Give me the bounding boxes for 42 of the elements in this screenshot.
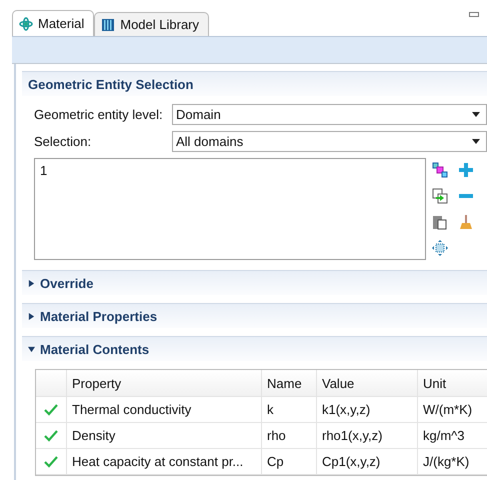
entity-level-dropdown[interactable]: Domain — [172, 104, 487, 125]
table-cell: rho1(x,y,z) — [316, 423, 417, 448]
zoom-selection-icon[interactable] — [432, 240, 448, 256]
column-header[interactable]: Property — [66, 370, 261, 396]
books-icon — [101, 18, 116, 32]
copy-into-icon[interactable] — [432, 188, 448, 204]
collapse-triangle-icon — [28, 346, 35, 352]
table-cell: Cp1(x,y,z) — [316, 449, 417, 474]
column-header[interactable]: Unit — [417, 370, 487, 396]
table-cell: J/(kg*K) — [417, 449, 487, 474]
list-item[interactable]: 1 — [40, 163, 420, 178]
section-header[interactable]: Geometric Entity Selection — [22, 71, 487, 96]
table-cell: k1(x,y,z) — [316, 397, 417, 422]
field-label: Geometric entity level: — [34, 107, 164, 122]
table-cell: W/(m*K) — [417, 397, 487, 422]
dropdown-arrow-icon — [472, 112, 480, 117]
selection-dropdown[interactable]: All domains — [172, 131, 487, 152]
paste-icon[interactable] — [432, 214, 448, 230]
nodes-icon[interactable] — [432, 162, 448, 178]
minimize-icon[interactable] — [469, 12, 479, 18]
section-header[interactable]: Override — [22, 270, 487, 295]
tab[interactable]: Material — [12, 10, 94, 36]
broom-icon[interactable] — [458, 214, 474, 230]
field-label: Selection: — [34, 134, 92, 149]
table-cell: kg/m^3 — [417, 423, 487, 448]
column-header[interactable]: Name — [261, 370, 316, 396]
table-cell: Cp — [261, 449, 316, 474]
section-header[interactable]: Material Properties — [22, 303, 487, 328]
expand-triangle-icon — [28, 280, 35, 286]
table-cell: rho — [261, 423, 316, 448]
table-cell: k — [261, 397, 316, 422]
add-icon[interactable] — [458, 162, 474, 178]
column-header[interactable]: Value — [316, 370, 417, 396]
table-cell: Density — [66, 423, 261, 448]
dropdown-arrow-icon — [472, 139, 480, 144]
tab[interactable]: Model Library — [94, 12, 210, 36]
table-cell: Heat capacity at constant pr... — [66, 449, 261, 474]
table-cell: Thermal conductivity — [66, 397, 261, 422]
expand-triangle-icon — [28, 312, 35, 320]
selection-list[interactable]: 1 — [34, 158, 426, 260]
atom-icon — [19, 16, 33, 30]
section-header[interactable]: Material Contents — [22, 336, 487, 361]
